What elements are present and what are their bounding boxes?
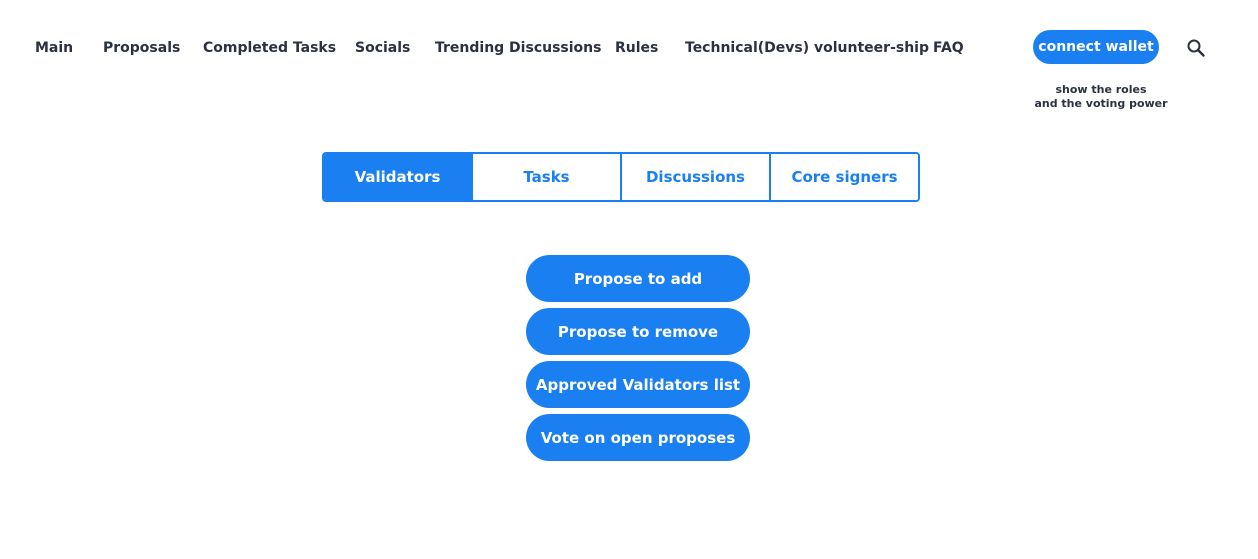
nav-link-faq[interactable]: FAQ <box>933 38 964 58</box>
tab-discussions[interactable]: Discussions <box>620 154 769 200</box>
tab-core-signers[interactable]: Core signers <box>769 154 918 200</box>
nav-link-main[interactable]: Main <box>35 38 73 58</box>
section-tabs: Validators Tasks Discussions Core signer… <box>322 152 920 202</box>
nav-link-rules[interactable]: Rules <box>615 38 658 58</box>
wallet-note-line-1: show the roles <box>1055 83 1147 96</box>
search-icon[interactable] <box>1186 38 1206 58</box>
propose-to-add-button[interactable]: Propose to add <box>526 255 750 302</box>
wallet-note: show the roles and the voting power <box>1030 83 1172 111</box>
nav-link-proposals[interactable]: Proposals <box>103 38 180 58</box>
approved-validators-list-button[interactable]: Approved Validators list <box>526 361 750 408</box>
top-navigation: Main Proposals Completed Tasks Socials T… <box>0 0 1258 110</box>
vote-on-open-proposes-button[interactable]: Vote on open proposes <box>526 414 750 461</box>
validator-actions: Propose to add Propose to remove Approve… <box>526 255 750 467</box>
propose-to-remove-button[interactable]: Propose to remove <box>526 308 750 355</box>
nav-link-technical-volunteer-ship[interactable]: Technical(Devs) volunteer-ship <box>685 38 929 58</box>
wallet-note-line-2: and the voting power <box>1034 97 1168 110</box>
nav-link-trending-discussions[interactable]: Trending Discussions <box>435 38 601 58</box>
connect-wallet-button[interactable]: connect wallet <box>1033 30 1159 64</box>
nav-link-socials[interactable]: Socials <box>355 38 410 58</box>
tab-validators[interactable]: Validators <box>324 154 471 200</box>
nav-link-completed-tasks[interactable]: Completed Tasks <box>203 38 336 58</box>
tab-tasks[interactable]: Tasks <box>471 154 620 200</box>
